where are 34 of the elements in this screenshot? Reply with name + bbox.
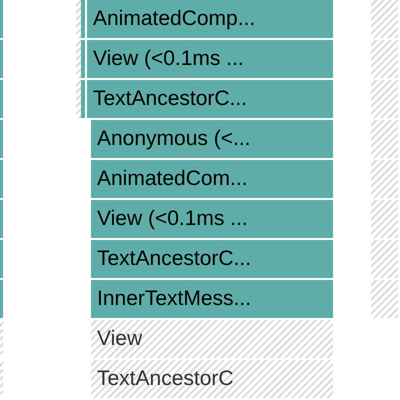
flame-bar[interactable] [371, 0, 398, 38]
flame-bar[interactable] [371, 280, 398, 318]
flame-bar[interactable]: View (<0.1ms ... [87, 40, 333, 78]
flame-bar[interactable] [0, 240, 3, 278]
flame-bar[interactable] [371, 200, 398, 238]
flame-bar[interactable] [0, 160, 3, 198]
flame-bar[interactable]: InnerTextMess... [91, 280, 333, 318]
flame-bar[interactable] [0, 0, 3, 38]
flame-bar[interactable] [371, 80, 398, 118]
flame-bar[interactable]: TextAncestorC [91, 360, 333, 398]
flame-bar[interactable] [81, 80, 85, 118]
flame-bar[interactable]: TextAncestorC... [91, 240, 333, 278]
flame-bar[interactable] [81, 0, 85, 38]
flame-bar[interactable]: Anonymous (<... [91, 120, 333, 158]
flame-bar[interactable] [76, 0, 81, 38]
flame-bar[interactable]: View (<0.1ms ... [91, 200, 333, 238]
flame-bar[interactable] [0, 120, 3, 158]
flame-bar[interactable] [0, 280, 3, 318]
flame-bar[interactable]: View [91, 320, 333, 358]
flame-bar[interactable] [81, 40, 85, 78]
flame-bar[interactable] [371, 240, 398, 278]
flame-bar[interactable] [371, 120, 398, 158]
flame-bar[interactable] [0, 80, 3, 118]
flame-bar[interactable] [76, 80, 81, 118]
flame-bar[interactable] [76, 40, 81, 78]
flame-bar[interactable] [0, 360, 3, 398]
flame-bar[interactable] [371, 160, 398, 198]
flame-bar[interactable] [371, 40, 398, 78]
flame-bar[interactable]: AnimatedCom... [91, 160, 333, 198]
flame-bar[interactable] [0, 200, 3, 238]
flame-bar[interactable] [0, 320, 3, 358]
flame-bar[interactable]: AnimatedComp... [87, 0, 333, 38]
flame-bar[interactable]: TextAncestorC... [87, 80, 333, 118]
flame-bar[interactable] [0, 40, 3, 78]
